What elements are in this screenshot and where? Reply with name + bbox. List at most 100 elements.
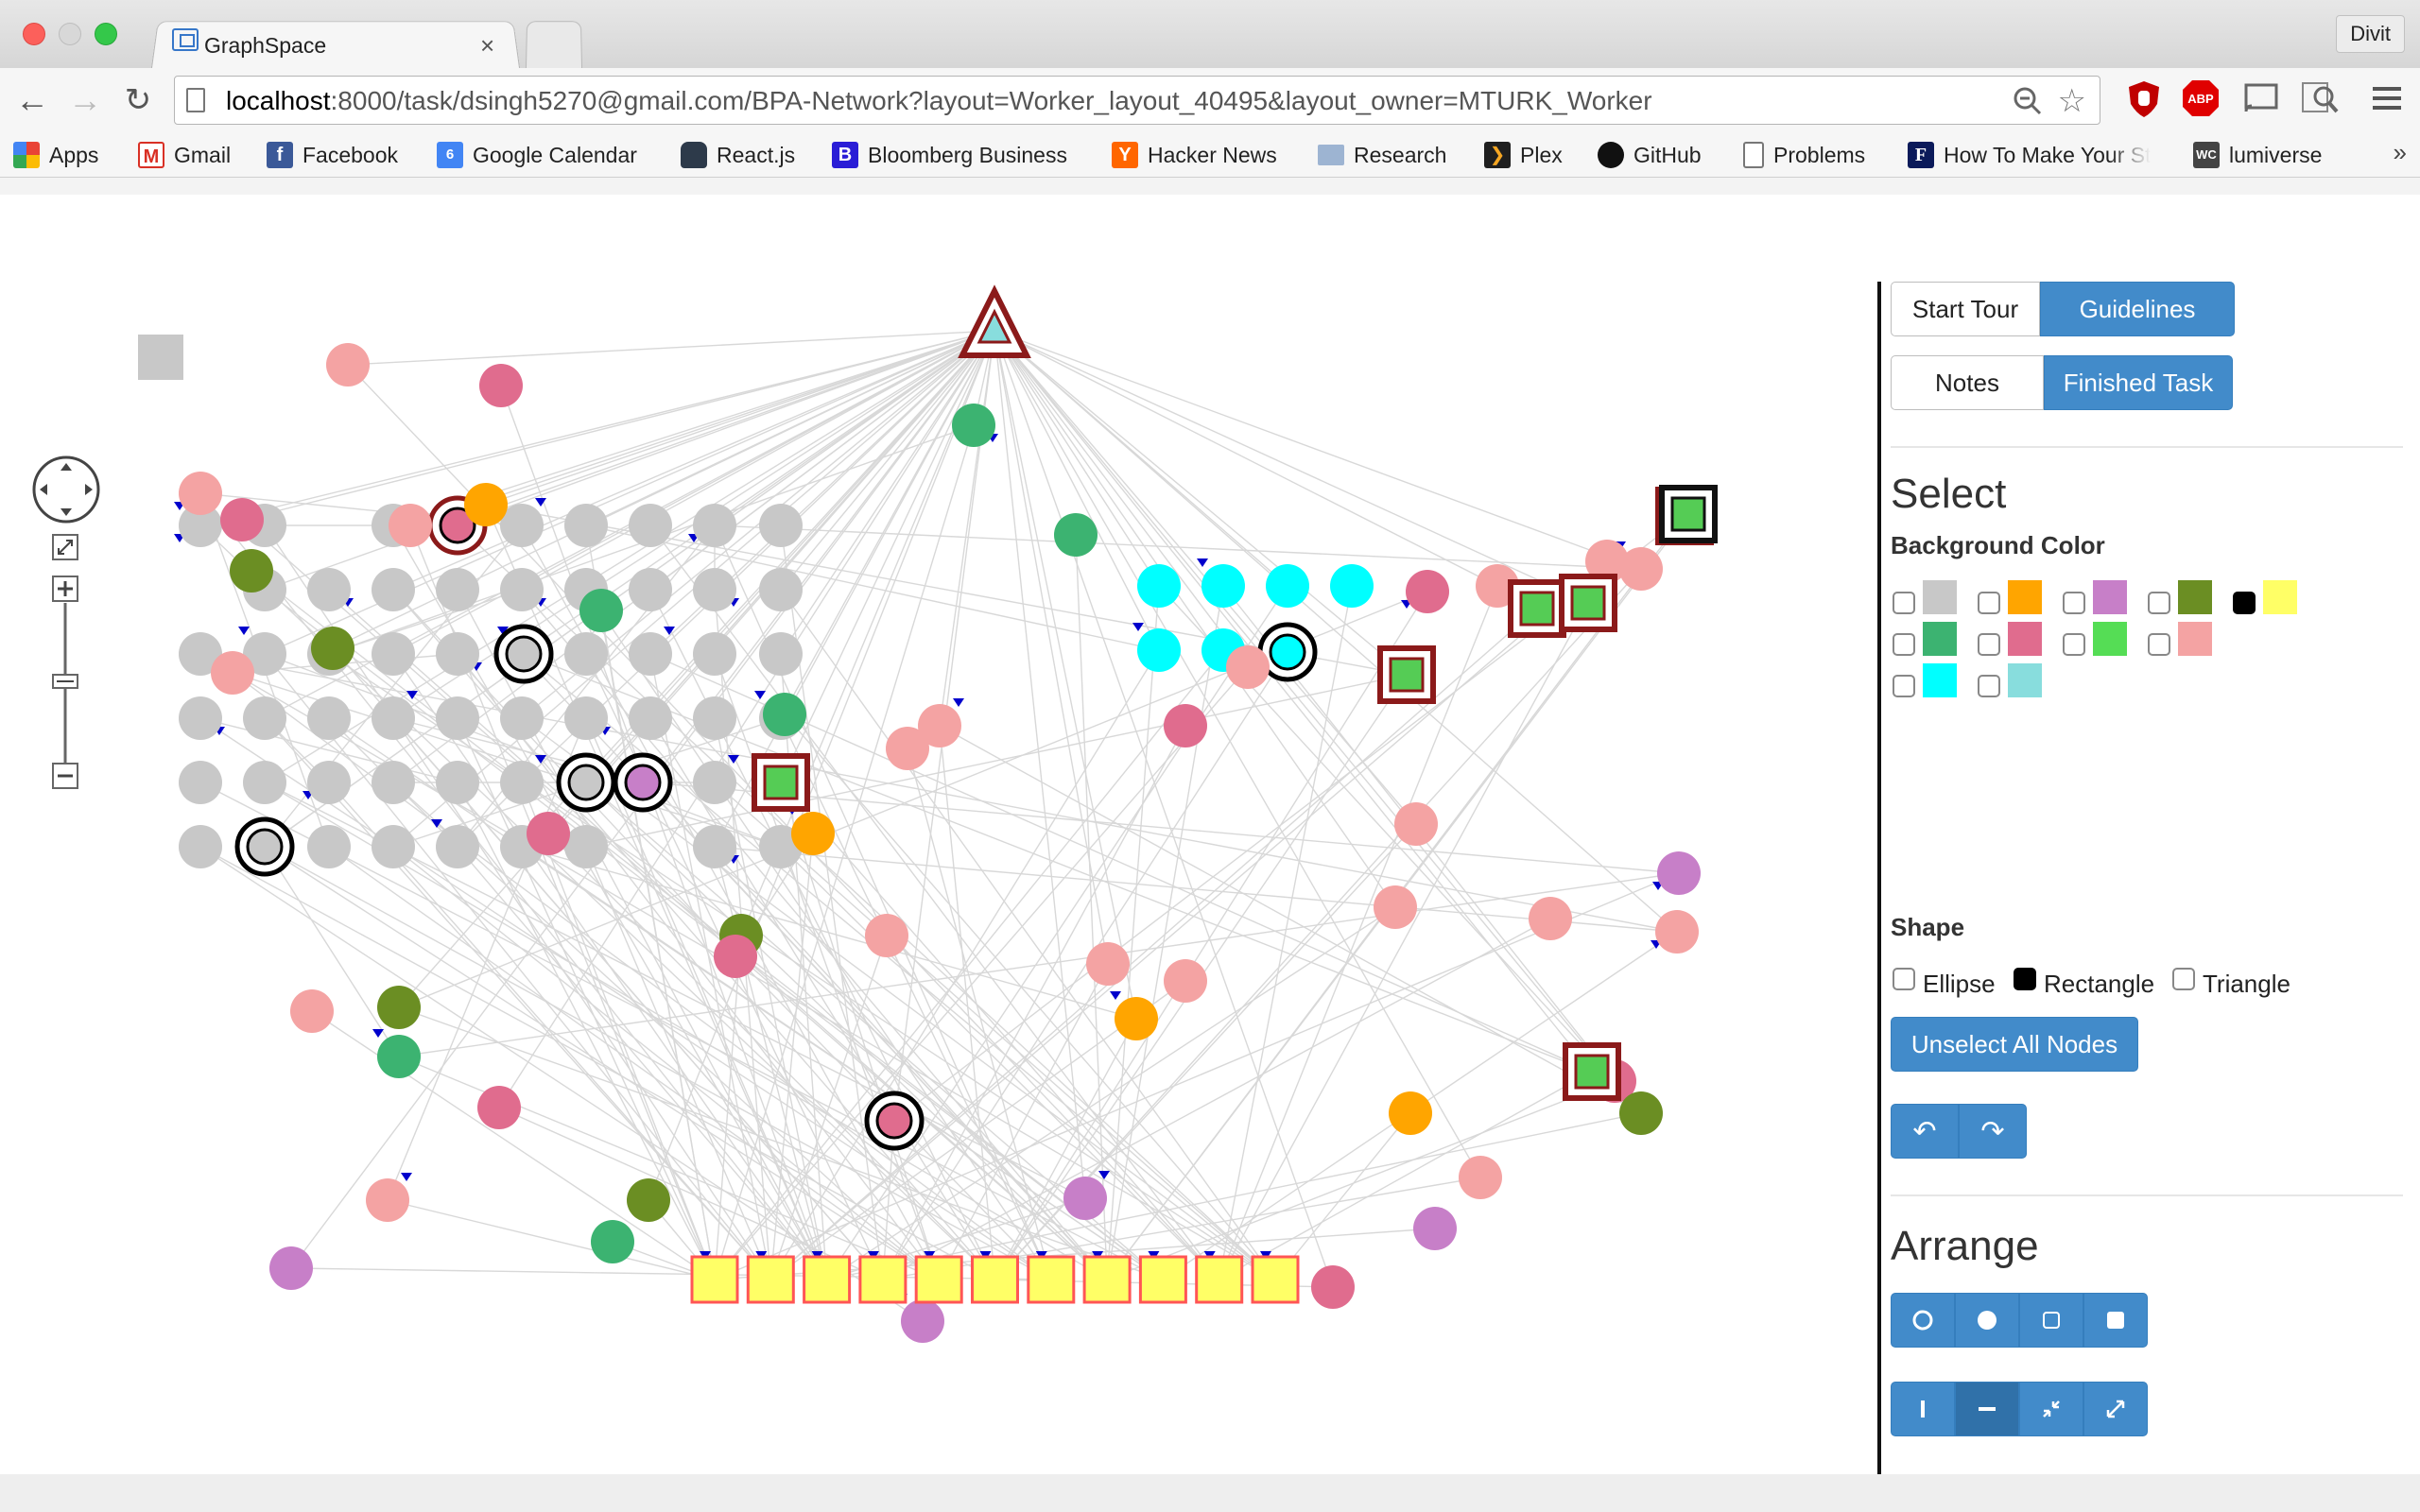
forward-arrow-icon[interactable]: →	[64, 79, 106, 121]
graph-node-box-core[interactable]	[1574, 1054, 1610, 1090]
graph-node[interactable]	[1164, 959, 1207, 1003]
graph-node-yellow-square[interactable]	[746, 1255, 795, 1304]
bookmark-star-icon[interactable]: ☆	[2058, 82, 2086, 120]
graph-node[interactable]	[372, 825, 415, 868]
shape-checkbox-rectangle[interactable]	[2014, 968, 2036, 990]
graph-node[interactable]	[591, 1220, 634, 1263]
graph-node-yellow-square[interactable]	[858, 1255, 908, 1304]
graph-node[interactable]	[179, 696, 222, 740]
graph-node[interactable]	[1164, 704, 1207, 747]
graph-node[interactable]	[311, 627, 354, 670]
graph-node[interactable]	[389, 504, 432, 547]
graph-node[interactable]	[1374, 885, 1417, 929]
graph-node[interactable]	[1619, 547, 1663, 591]
bookmark-gmail[interactable]: M Gmail	[138, 138, 231, 172]
graph-node[interactable]	[759, 568, 803, 611]
graph-node-core[interactable]	[1269, 633, 1306, 671]
graph-node[interactable]	[1413, 1207, 1457, 1250]
graph-node-yellow-square[interactable]	[1195, 1255, 1244, 1304]
color-checkbox-yellow[interactable]	[2233, 592, 2256, 614]
graph-node[interactable]	[243, 761, 286, 804]
graph-node-square[interactable]	[138, 335, 183, 380]
graph-node[interactable]	[564, 696, 608, 740]
bookmarks-overflow-icon[interactable]: »	[2394, 138, 2407, 167]
graph-node[interactable]	[220, 498, 264, 541]
back-arrow-icon[interactable]: ←	[11, 79, 53, 121]
color-checkbox-purple[interactable]	[2063, 592, 2085, 614]
graph-node-yellow-square[interactable]	[1138, 1255, 1187, 1304]
close-window-button[interactable]	[23, 23, 45, 45]
menu-icon[interactable]	[2367, 77, 2409, 119]
color-checkbox-cyan[interactable]	[1893, 675, 1915, 697]
graph-node-box-core[interactable]	[1570, 585, 1606, 621]
graph-node[interactable]	[1619, 1091, 1663, 1135]
bookmark-lumiverse[interactable]: WC lumiverse	[2193, 138, 2322, 172]
graph-node[interactable]	[179, 472, 222, 515]
graph-node[interactable]	[307, 568, 351, 611]
graph-node[interactable]	[886, 727, 929, 770]
graph-node-box-core[interactable]	[1519, 591, 1555, 627]
unselect-all-nodes-button[interactable]: Unselect All Nodes	[1891, 1017, 2138, 1072]
graph-node[interactable]	[372, 568, 415, 611]
color-checkbox-green[interactable]	[1893, 633, 1915, 656]
graph-node[interactable]	[377, 1035, 421, 1078]
bookmark-apps[interactable]: Apps	[13, 138, 98, 172]
url-text[interactable]: localhost:8000/task/dsingh5270@gmail.com…	[226, 86, 1652, 116]
graph-node-core[interactable]	[567, 764, 605, 801]
network-graph-canvas[interactable]	[0, 178, 1872, 1474]
bookmark-reactjs[interactable]: React.js	[681, 138, 795, 172]
graph-node[interactable]	[269, 1246, 313, 1290]
graph-node[interactable]	[1655, 910, 1699, 954]
graph-node[interactable]	[629, 632, 672, 676]
color-checkbox-rose[interactable]	[1978, 633, 2000, 656]
bookmark-how-to-make[interactable]: F How To Make Your St	[1908, 138, 2151, 172]
horizontal-align-icon[interactable]	[1955, 1382, 2019, 1436]
graph-node[interactable]	[307, 696, 351, 740]
graph-node[interactable]	[1389, 1091, 1432, 1135]
graph-node[interactable]	[436, 761, 479, 804]
graph-node[interactable]	[372, 696, 415, 740]
graph-node[interactable]	[759, 632, 803, 676]
tab-close-icon[interactable]: ×	[480, 28, 494, 62]
shape-checkbox-ellipse[interactable]	[1893, 968, 1915, 990]
graph-node[interactable]	[500, 761, 544, 804]
shape-checkbox-triangle[interactable]	[2172, 968, 2195, 990]
graph-node-yellow-square[interactable]	[803, 1255, 852, 1304]
graph-node[interactable]	[759, 504, 803, 547]
graph-node[interactable]	[629, 568, 672, 611]
graph-node[interactable]	[629, 504, 672, 547]
bookmark-plex[interactable]: ❯ Plex	[1484, 138, 1563, 172]
graph-node[interactable]	[1063, 1177, 1107, 1220]
search-ext-icon[interactable]	[2299, 77, 2341, 119]
panzoom-control[interactable]	[28, 452, 104, 990]
graph-node-box-core[interactable]	[1389, 657, 1425, 693]
graph-node[interactable]	[763, 693, 806, 736]
bookmark-hacker-news[interactable]: Y Hacker News	[1112, 138, 1277, 172]
graph-node[interactable]	[1406, 570, 1449, 613]
color-checkbox-pink[interactable]	[2148, 633, 2170, 656]
graph-node[interactable]	[1086, 942, 1130, 986]
grid-outline-layout-icon[interactable]	[2019, 1293, 2083, 1348]
graph-node[interactable]	[1201, 564, 1245, 608]
graph-node[interactable]	[372, 761, 415, 804]
minimize-window-button[interactable]	[59, 23, 81, 45]
expand-icon[interactable]	[2083, 1382, 2148, 1436]
guidelines-button[interactable]: Guidelines	[2040, 282, 2235, 336]
graph-node[interactable]	[791, 812, 835, 855]
graph-node-box-core[interactable]	[1670, 496, 1706, 532]
graph-node[interactable]	[211, 651, 254, 695]
graph-node[interactable]	[1137, 564, 1181, 608]
graph-node[interactable]	[500, 568, 544, 611]
maximize-window-button[interactable]	[95, 23, 117, 45]
graph-node[interactable]	[627, 1178, 670, 1222]
graph-node-core[interactable]	[624, 764, 662, 801]
graph-node[interactable]	[477, 1086, 521, 1129]
graph-node[interactable]	[693, 761, 736, 804]
graph-node-yellow-square[interactable]	[690, 1255, 739, 1304]
graph-node[interactable]	[179, 761, 222, 804]
graph-node[interactable]	[500, 696, 544, 740]
graph-node[interactable]	[564, 632, 608, 676]
graph-node[interactable]	[952, 404, 995, 447]
graph-node[interactable]	[693, 568, 736, 611]
graph-node[interactable]	[714, 935, 757, 978]
